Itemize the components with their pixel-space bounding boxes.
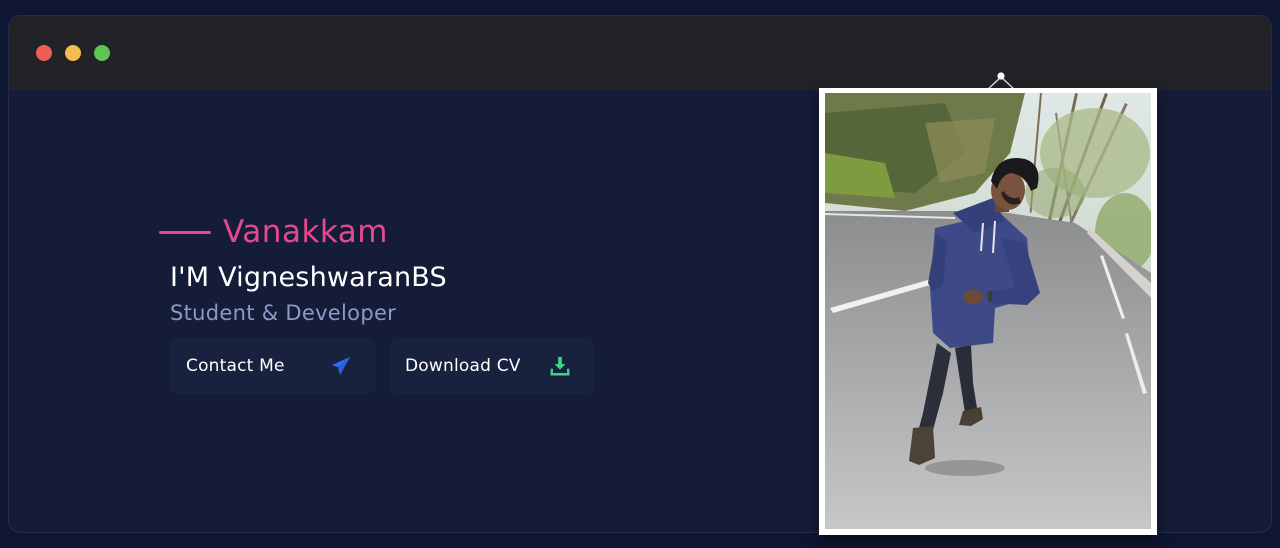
- maximize-window-button[interactable]: [94, 45, 110, 61]
- profile-photo-frame: [819, 88, 1157, 535]
- contact-me-label: Contact Me: [186, 356, 285, 376]
- profile-photo: [825, 93, 1151, 529]
- greeting-text: Vanakkam: [223, 214, 388, 250]
- hero-name: I'M VigneshwaranBS: [170, 262, 447, 293]
- paper-plane-icon: [331, 356, 351, 376]
- close-window-button[interactable]: [36, 45, 52, 61]
- greeting-accent-line: [159, 230, 211, 234]
- download-cv-button[interactable]: Download CV: [389, 338, 595, 394]
- greeting-row: Vanakkam: [159, 212, 388, 252]
- browser-window: Vanakkam I'M VigneshwaranBS Student & De…: [8, 15, 1272, 535]
- download-cv-label: Download CV: [405, 356, 521, 376]
- minimize-window-button[interactable]: [65, 45, 81, 61]
- window-titlebar: [9, 16, 1271, 90]
- download-icon: [550, 356, 570, 376]
- contact-me-button[interactable]: Contact Me: [170, 338, 376, 394]
- hero-role: Student & Developer: [170, 301, 397, 325]
